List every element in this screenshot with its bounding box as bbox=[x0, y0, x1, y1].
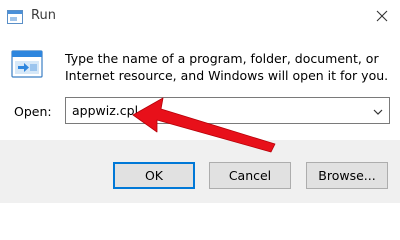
close-icon bbox=[376, 10, 388, 22]
window-title: Run bbox=[31, 8, 56, 23]
dropdown-button[interactable] bbox=[371, 104, 385, 118]
run-app-icon bbox=[7, 9, 23, 24]
run-program-icon bbox=[10, 48, 44, 80]
run-dialog: Run Type the name of a program, folder, … bbox=[0, 0, 400, 203]
dialog-footer: OK Cancel Browse... bbox=[0, 140, 400, 203]
open-label: Open: bbox=[14, 104, 52, 119]
open-combobox[interactable]: appwiz.cpl bbox=[65, 97, 390, 124]
browse-button[interactable]: Browse... bbox=[306, 162, 388, 189]
open-input[interactable]: appwiz.cpl bbox=[72, 103, 138, 119]
close-button[interactable] bbox=[368, 2, 396, 30]
chevron-down-icon bbox=[373, 109, 383, 115]
cancel-button[interactable]: Cancel bbox=[209, 162, 291, 189]
title-bar[interactable]: Run bbox=[0, 0, 400, 32]
ok-button[interactable]: OK bbox=[113, 162, 195, 189]
dialog-description: Type the name of a program, folder, docu… bbox=[65, 51, 389, 83]
